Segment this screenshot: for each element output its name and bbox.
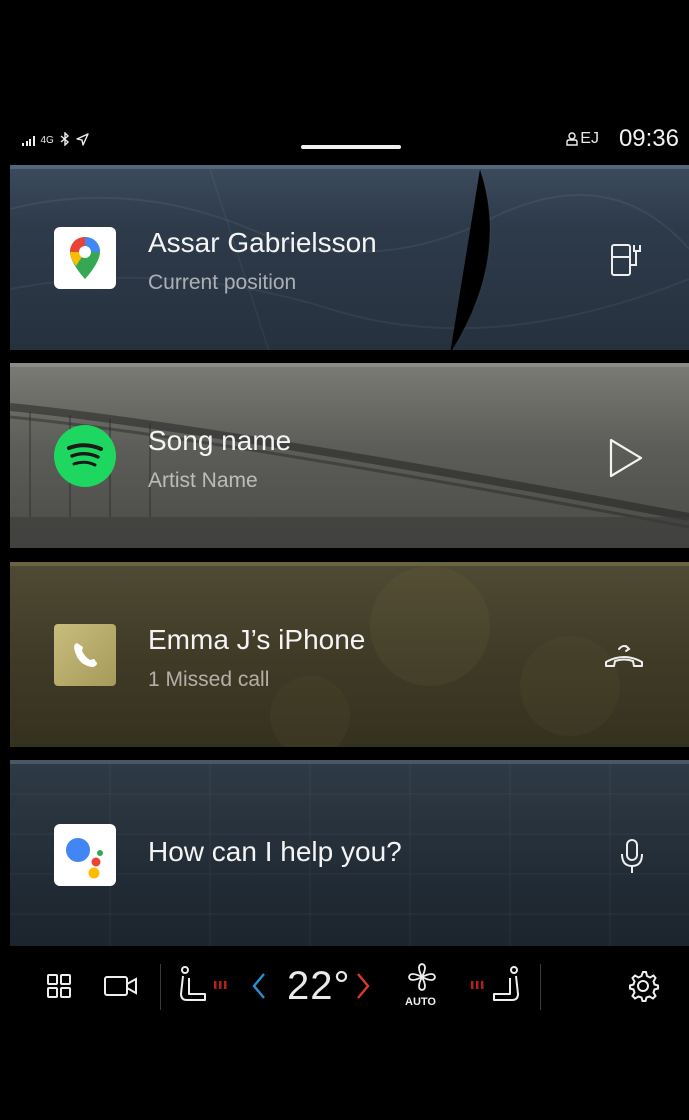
- app-grid-icon[interactable]: [45, 972, 73, 1000]
- destination-subtitle: Current position: [148, 271, 297, 294]
- camera-icon[interactable]: [103, 972, 139, 1000]
- status-indicators: 4G: [22, 131, 89, 149]
- divider: [540, 964, 541, 1010]
- status-bar: 4G EJ 09:36: [10, 120, 689, 165]
- driver-profile[interactable]: EJ: [566, 130, 599, 148]
- phone-device-name: Emma J’s iPhone: [148, 624, 366, 655]
- climate-bar: 22° AUTO: [10, 946, 689, 1026]
- spotify-icon[interactable]: [54, 425, 116, 487]
- fuel-station-icon[interactable]: [609, 239, 645, 279]
- user-icon: [566, 132, 578, 146]
- network-type: 4G: [40, 135, 54, 146]
- artist-name: Artist Name: [148, 469, 258, 492]
- media-tile[interactable]: Song name Artist Name: [10, 363, 689, 548]
- temp-increase-icon[interactable]: [354, 970, 372, 1002]
- bluetooth-icon: [60, 131, 70, 149]
- play-icon[interactable]: [607, 437, 645, 479]
- temp-decrease-icon[interactable]: [250, 970, 268, 1002]
- assistant-tile[interactable]: How can I help you?: [10, 760, 689, 946]
- fan-icon[interactable]: [406, 960, 438, 994]
- driver-seat-icon[interactable]: [175, 964, 209, 1008]
- location-arrow-icon: [76, 132, 89, 149]
- center-display: 4G EJ 09:36 Assar Gabrielsson Current po…: [10, 0, 689, 1120]
- assistant-prompt: How can I help you?: [148, 836, 402, 867]
- phone-icon[interactable]: [54, 624, 116, 686]
- divider: [160, 964, 161, 1010]
- destination-title: Assar Gabrielsson: [148, 227, 377, 258]
- fan-auto-label: AUTO: [405, 996, 436, 1008]
- profile-initials: EJ: [580, 130, 599, 147]
- passenger-seat-icon[interactable]: [490, 964, 524, 1008]
- drag-handle[interactable]: [301, 145, 401, 149]
- phone-tile[interactable]: Emma J’s iPhone 1 Missed call: [10, 562, 689, 747]
- microphone-icon[interactable]: [619, 838, 645, 876]
- google-maps-icon[interactable]: [54, 227, 116, 289]
- passenger-seat-heat-indicator: [470, 978, 486, 992]
- clock: 09:36: [618, 125, 679, 152]
- google-assistant-icon[interactable]: [54, 824, 116, 886]
- signal-strength-icon: [22, 135, 35, 146]
- navigation-tile[interactable]: Assar Gabrielsson Current position: [10, 165, 689, 350]
- seat-heat-indicator: [213, 978, 229, 992]
- call-back-icon[interactable]: [603, 640, 645, 672]
- settings-gear-icon[interactable]: [625, 968, 661, 1004]
- missed-call-count: 1 Missed call: [148, 668, 270, 691]
- cabin-temperature[interactable]: 22°: [287, 964, 351, 1009]
- song-title: Song name: [148, 425, 292, 456]
